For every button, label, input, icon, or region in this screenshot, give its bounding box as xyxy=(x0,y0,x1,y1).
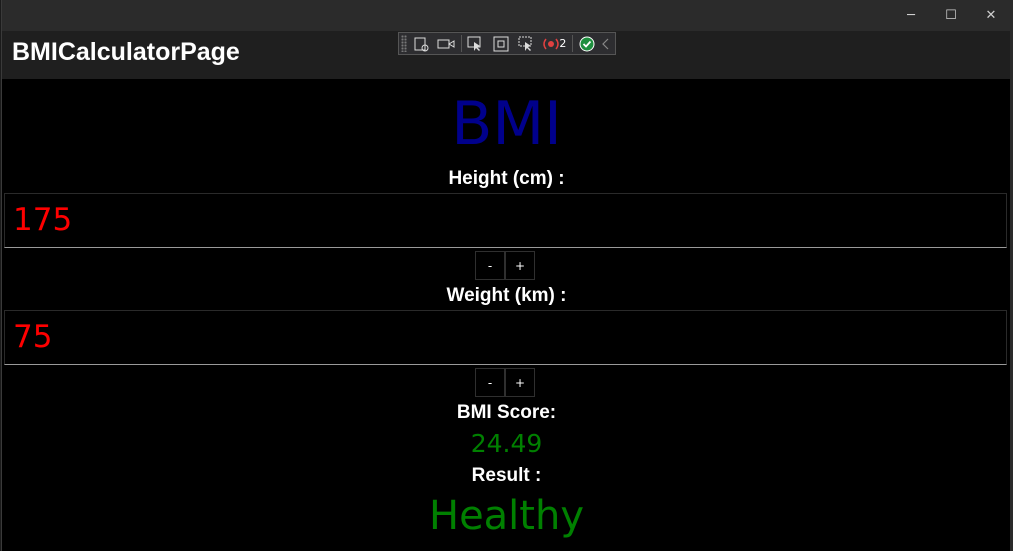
minimize-icon: ─ xyxy=(907,8,915,23)
bmi-heading: BMI xyxy=(451,89,562,159)
weight-input[interactable] xyxy=(13,317,993,357)
height-field[interactable] xyxy=(4,193,1007,248)
display-layout-adorners-button[interactable] xyxy=(490,34,511,53)
app-window: ─ ☐ ✕ BMICalculatorPage 2 BMI Height (cm… xyxy=(1,0,1012,551)
bmi-content: BMI Height (cm) : - + Weight (km) : - + … xyxy=(2,79,1011,551)
toolbar-grip[interactable] xyxy=(401,35,407,52)
height-increment-button[interactable]: + xyxy=(505,251,535,280)
select-element-icon xyxy=(467,36,481,51)
layout-adorner-icon xyxy=(493,36,509,51)
window-titlebar: ─ ☐ ✕ xyxy=(2,0,1011,31)
bmi-score-label: BMI Score: xyxy=(456,402,557,423)
bmi-score-value: 24.49 xyxy=(470,429,543,458)
visual-tree-icon xyxy=(414,37,429,51)
result-value: Healthy xyxy=(428,493,585,539)
height-input[interactable] xyxy=(13,200,993,240)
close-button[interactable]: ✕ xyxy=(971,0,1011,31)
minimize-button[interactable]: ─ xyxy=(891,0,931,31)
binding-failures-button[interactable] xyxy=(540,34,561,53)
chevron-left-icon xyxy=(602,38,609,49)
toolbar-separator xyxy=(460,35,462,52)
toolbar-separator xyxy=(572,35,574,52)
record-button[interactable] xyxy=(436,34,457,53)
weight-increment-button[interactable]: + xyxy=(505,368,535,397)
binding-failure-count: 2 xyxy=(559,37,567,50)
page-title: BMICalculatorPage xyxy=(12,38,240,66)
close-icon: ✕ xyxy=(985,8,997,23)
collapse-toolbar-button[interactable] xyxy=(601,34,611,53)
binding-failure-icon xyxy=(543,38,559,49)
height-label: Height (cm) : xyxy=(448,168,565,189)
maximize-icon: ☐ xyxy=(945,8,957,23)
result-label: Result : xyxy=(471,465,542,486)
weight-stepper: - + xyxy=(475,368,535,397)
weight-decrement-button[interactable]: - xyxy=(475,368,505,397)
hot-reload-status-button[interactable] xyxy=(576,34,597,53)
weight-label: Weight (km) : xyxy=(446,285,567,306)
select-element-button[interactable] xyxy=(465,34,486,53)
height-decrement-button[interactable]: - xyxy=(475,251,505,280)
maximize-button[interactable]: ☐ xyxy=(931,0,971,31)
debug-toolbar: 2 xyxy=(398,32,616,55)
height-stepper: - + xyxy=(475,251,535,280)
weight-field[interactable] xyxy=(4,310,1007,365)
track-focus-button[interactable] xyxy=(515,34,536,53)
video-camera-icon xyxy=(437,39,455,48)
live-visual-tree-button[interactable] xyxy=(411,34,432,53)
track-focus-icon xyxy=(518,36,532,51)
check-circle-icon xyxy=(579,36,595,51)
